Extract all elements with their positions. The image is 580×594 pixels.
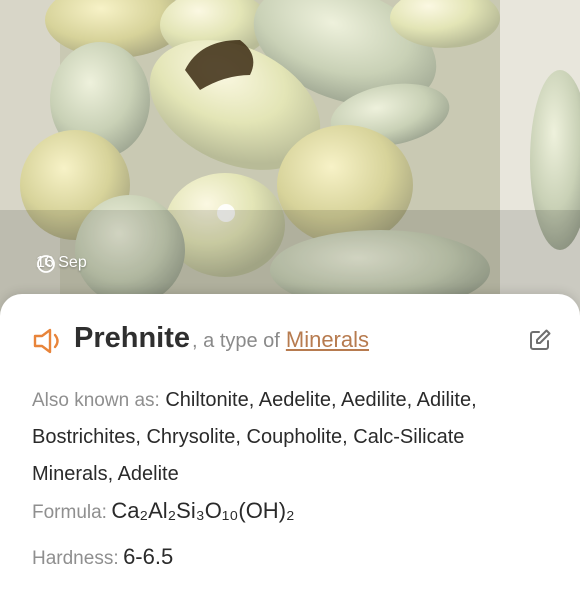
mineral-photo: 16 Sep [0,0,580,330]
title-row: Prehnite , a type of Minerals [32,322,556,355]
speaker-icon[interactable] [32,326,66,356]
category-link[interactable]: Minerals [286,327,369,353]
hardness-row: Hardness: 6-6.5 [32,544,540,570]
date-chip: 16 Sep [36,254,87,273]
info-card: Prehnite , a type of Minerals Also known… [0,294,580,594]
edit-icon[interactable] [528,328,552,352]
photo-illustration [0,0,580,330]
formula-value: Ca₂Al₂Si₃O₁₀(OH)₂ [111,498,295,523]
formula-row: Formula: Ca₂Al₂Si₃O₁₀(OH)₂ [32,498,540,524]
hardness-value: 6-6.5 [123,544,174,569]
hardness-label: Hardness: [32,548,119,569]
also-known-as: Also known as: Chiltonite, Aedelite, Aed… [32,382,540,493]
mineral-name: Prehnite [74,322,191,354]
formula-label: Formula: [32,502,107,523]
type-prefix: , a type of [192,330,280,352]
also-known-label: Also known as: [32,390,160,411]
clock-icon [37,255,55,273]
